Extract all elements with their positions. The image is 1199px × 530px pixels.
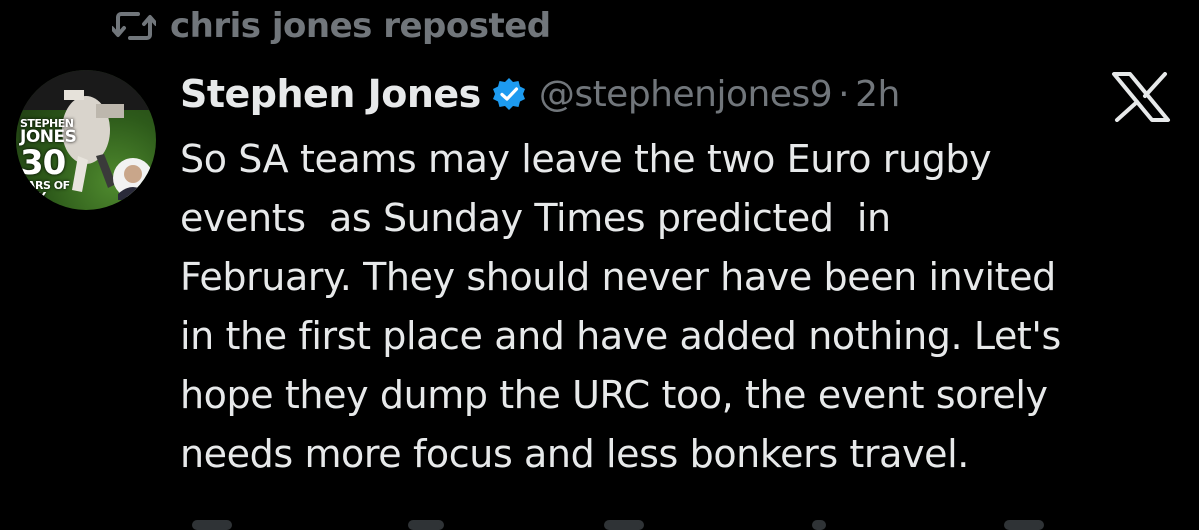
- tweet-header: Stephen Jones @stephenjones9 · 2h: [180, 64, 900, 124]
- reply-icon[interactable]: [192, 520, 232, 530]
- repost-action-icon[interactable]: [408, 520, 444, 530]
- avatar-text-line: GBY: [20, 190, 46, 204]
- tweet-text-line: February. They should never have been in…: [180, 255, 1056, 299]
- x-logo-icon: [1110, 72, 1172, 122]
- share-icon[interactable]: [1004, 520, 1044, 530]
- avatar[interactable]: STEPHEN JONES 30 EARS OF GBY: [16, 70, 156, 210]
- tweet-text-line: hope they dump the URC too, the event so…: [180, 373, 1048, 417]
- views-icon[interactable]: [812, 520, 826, 530]
- tweet-text-line: in the first place and have added nothin…: [180, 314, 1061, 358]
- like-icon[interactable]: [604, 520, 644, 530]
- avatar-text-line: 30: [20, 143, 66, 183]
- separator-dot: ·: [838, 73, 850, 115]
- timestamp[interactable]: 2h: [855, 74, 900, 115]
- handle[interactable]: @stephenjones9: [539, 74, 833, 115]
- display-name[interactable]: Stephen Jones: [180, 72, 481, 116]
- tweet-body[interactable]: So SA teams may leave the two Euro rugby…: [180, 130, 1180, 484]
- tweet-text-line: events as Sunday Times predicted in: [180, 196, 891, 240]
- repost-indicator[interactable]: chris jones reposted: [112, 4, 551, 48]
- tweet-text-line: So SA teams may leave the two Euro rugby: [180, 137, 992, 181]
- tweet-text-line: needs more focus and less bonkers travel…: [180, 432, 969, 476]
- repost-icon: [112, 8, 156, 44]
- action-bar: [0, 512, 1199, 530]
- repost-text[interactable]: chris jones reposted: [170, 6, 551, 46]
- verified-badge-icon[interactable]: [491, 76, 527, 112]
